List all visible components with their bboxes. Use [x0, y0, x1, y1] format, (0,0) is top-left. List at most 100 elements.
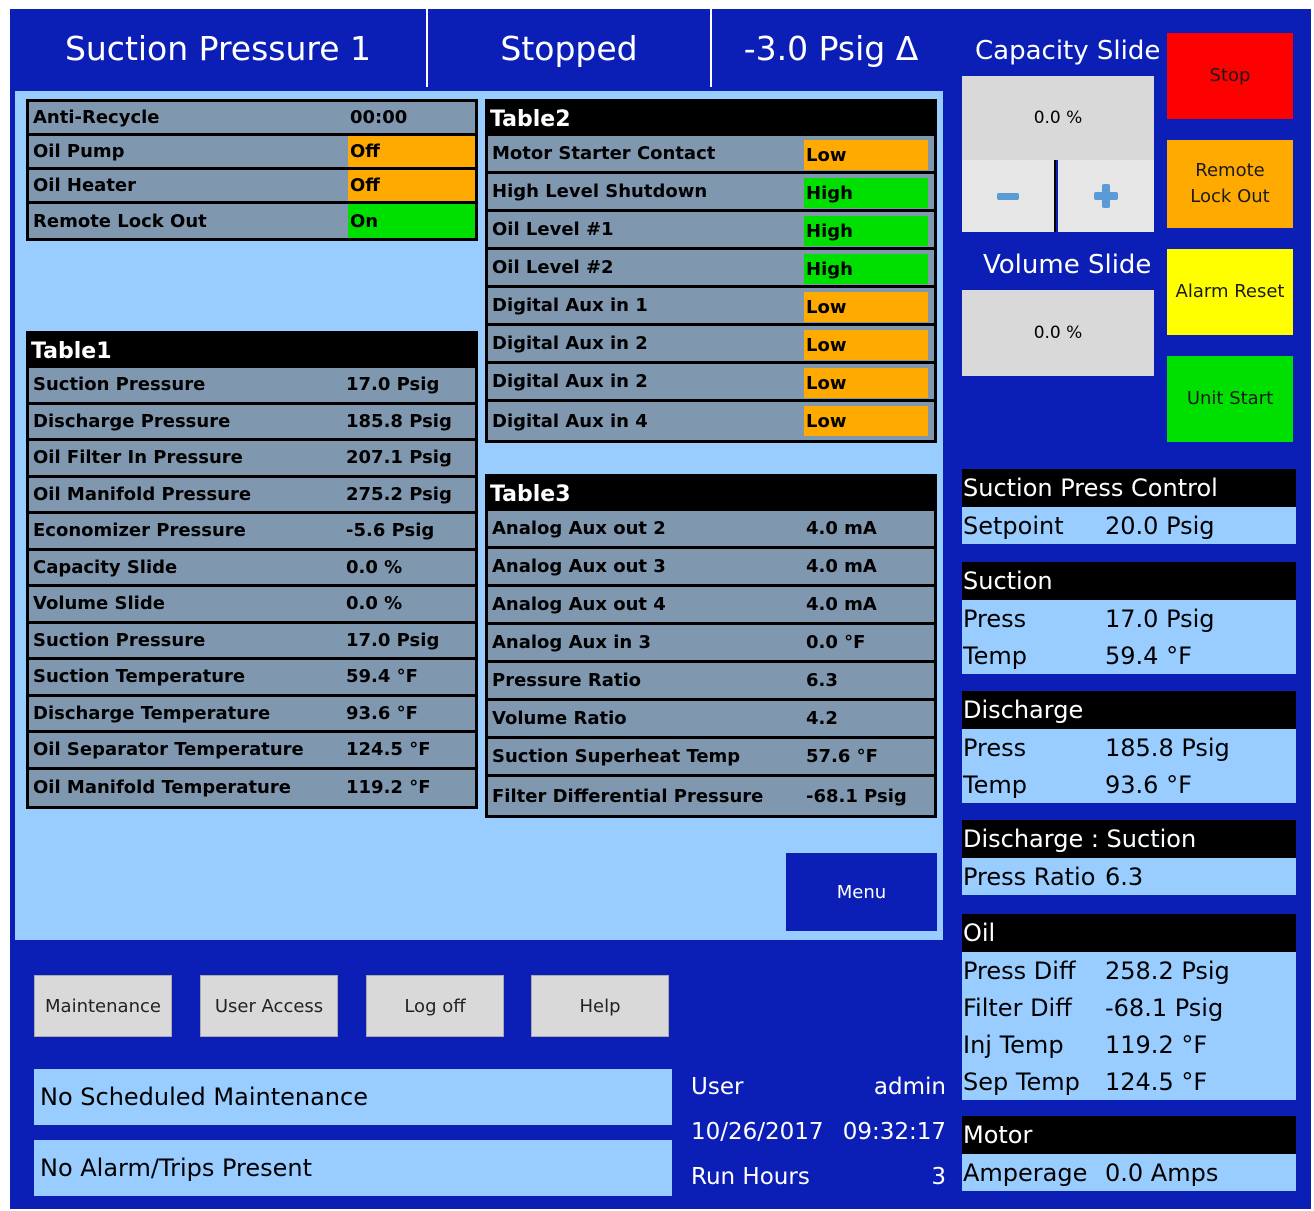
menu-button[interactable]: Menu	[786, 853, 937, 931]
status-table: Anti-Recycle 00:00 Oil Pump Off Oil Heater Of…	[26, 99, 478, 241]
minus-icon	[997, 192, 1019, 200]
table1-row-label: Suction Pressure	[33, 629, 206, 651]
table2-row-label: Digital Aux in 1	[492, 295, 648, 316]
status-row: Remote Lock Out On	[29, 204, 475, 238]
screen-title: Suction Pressure 1	[10, 9, 428, 87]
table3-row-value: -68.1 Psig	[806, 785, 907, 807]
unit-start-button[interactable]: Unit Start	[1167, 356, 1293, 442]
user-value: admin	[873, 1074, 946, 1100]
panel-ratio-row: Press Ratio 6.3	[962, 858, 1296, 895]
table3-row-label: Volume Ratio	[492, 708, 627, 729]
panel-row-label: Setpoint	[963, 511, 1064, 540]
panel-row-value: 59.4 °F	[1105, 641, 1192, 670]
table2-row-value: Low	[804, 292, 928, 322]
panel-oil-row: Sep Temp 124.5 °F	[962, 1063, 1296, 1100]
table1-row: Volume Slide 0.0 %	[29, 587, 475, 624]
table3-row: Suction Superheat Temp 57.6 °F	[488, 739, 934, 777]
run-hours-value: 3	[931, 1164, 946, 1190]
status-label: Anti-Recycle	[33, 107, 160, 128]
table2-title: Table2	[488, 102, 934, 136]
panel-motor-title: Motor	[962, 1116, 1296, 1154]
table3-row-label: Pressure Ratio	[492, 670, 642, 691]
table1-row-label: Discharge Temperature	[33, 702, 271, 724]
table2-row-label: Motor Starter Contact	[492, 143, 716, 164]
table2: Table2 Motor Starter Contact Low High Level…	[485, 99, 937, 443]
table1-row-label: Suction Pressure	[33, 374, 206, 396]
panel-suction-title: Suction	[962, 562, 1296, 600]
panel-ratio-title: Discharge : Suction	[962, 820, 1296, 858]
capacity-slide-value: 0.0 %	[962, 76, 1154, 160]
maintenance-message: No Scheduled Maintenance	[34, 1069, 672, 1125]
table1-row-value: 0.0 %	[346, 593, 403, 615]
table1-row-label: Discharge Pressure	[33, 410, 231, 432]
status-value: Off	[348, 136, 475, 167]
log-off-button[interactable]: Log off	[366, 975, 504, 1037]
table1-row: Oil Manifold Temperature 119.2 °F	[29, 769, 475, 806]
table1-row: Suction Pressure 17.0 Psig	[29, 368, 475, 405]
table1-title: Table1	[29, 334, 475, 368]
table1-row-value: 275.2 Psig	[346, 483, 452, 505]
panel-row-label: Press	[963, 733, 1027, 762]
table1-row: Oil Manifold Pressure 275.2 Psig	[29, 477, 475, 514]
table2-row-value: Low	[804, 406, 928, 436]
maintenance-button[interactable]: Maintenance	[34, 975, 172, 1037]
table1-row-label: Suction Temperature	[33, 666, 246, 688]
status-row: Oil Heater Off	[29, 170, 475, 204]
alarm-reset-button[interactable]: Alarm Reset	[1167, 249, 1293, 335]
table3-row-label: Analog Aux out 2	[492, 518, 666, 539]
table1-row-label: Oil Manifold Temperature	[33, 777, 291, 799]
remote-lockout-button[interactable]: Remote Lock Out	[1167, 140, 1293, 228]
table2-row-value: Low	[804, 140, 928, 170]
table1-row-value: 185.8 Psig	[346, 410, 452, 432]
table1-row: Oil Separator Temperature 124.5 °F	[29, 733, 475, 770]
plus-icon	[1094, 184, 1118, 208]
remote-lockout-label-2: Lock Out	[1190, 186, 1270, 207]
table3-row: Analog Aux out 2 4.0 mA	[488, 511, 934, 549]
stop-button[interactable]: Stop	[1167, 33, 1293, 119]
table3-row-label: Filter Differential Pressure	[492, 785, 764, 807]
capacity-increase-button[interactable]	[1058, 160, 1154, 232]
table3-row-value: 57.6 °F	[806, 746, 878, 767]
panel-spc: Suction Press Control Setpoint 20.0 Psig	[962, 469, 1296, 544]
table3-row-value: 4.0 mA	[806, 594, 877, 615]
panel-row-value: 93.6 °F	[1105, 770, 1192, 799]
panel-row-value: 258.2 Psig	[1105, 956, 1230, 985]
panel-oil: Oil Press Diff 258.2 Psig Filter Diff -68.1 …	[962, 914, 1296, 1100]
table3-row-label: Analog Aux in 3	[492, 632, 651, 653]
help-button[interactable]: Help	[531, 975, 669, 1037]
table3-row-value: 4.0 mA	[806, 556, 877, 577]
table2-row: High Level Shutdown High	[488, 174, 934, 212]
capacity-slide-label: Capacity Slide	[975, 36, 1161, 66]
table3-row-value: 4.0 mA	[806, 518, 877, 539]
panel-ratio: Discharge : Suction Press Ratio 6.3	[962, 820, 1296, 895]
table1-row-label: Volume Slide	[33, 593, 165, 615]
table1-row: Discharge Pressure 185.8 Psig	[29, 404, 475, 441]
table1-row-value: 17.0 Psig	[346, 629, 440, 651]
panel-suction-row: Temp 59.4 °F	[962, 637, 1296, 674]
panel-row-label: Temp	[963, 641, 1027, 670]
panel-discharge-row: Press 185.8 Psig	[962, 729, 1296, 766]
table3-row-label: Suction Superheat Temp	[492, 746, 741, 767]
table1-row-value: 59.4 °F	[346, 666, 418, 688]
panel-suction-row: Press 17.0 Psig	[962, 600, 1296, 637]
table2-row: Oil Level #1 High	[488, 212, 934, 250]
table3-row: Filter Differential Pressure -68.1 Psig	[488, 777, 934, 815]
table1-row-value: 124.5 °F	[346, 739, 431, 761]
table1-row: Suction Temperature 59.4 °F	[29, 660, 475, 697]
table1-row-value: 207.1 Psig	[346, 447, 452, 469]
table1-row-label: Oil Separator Temperature	[33, 739, 304, 761]
panel-row-label: Inj Temp	[963, 1030, 1064, 1059]
table2-row-value: Low	[804, 368, 928, 398]
panel-suction: Suction Press 17.0 Psig Temp 59.4 °F	[962, 562, 1296, 674]
status-value: Off	[348, 170, 475, 201]
user-access-button[interactable]: User Access	[200, 975, 338, 1037]
table2-row: Digital Aux in 4 Low	[488, 402, 934, 440]
table2-row-label: Digital Aux in 2	[492, 371, 648, 392]
status-label: Remote Lock Out	[33, 210, 207, 232]
table2-row-label: Oil Level #2	[492, 257, 614, 278]
table1-row-value: -5.6 Psig	[346, 520, 435, 542]
panel-oil-title: Oil	[962, 914, 1296, 952]
capacity-decrease-button[interactable]	[962, 160, 1056, 232]
table2-row: Digital Aux in 2 Low	[488, 364, 934, 402]
table1-row: Oil Filter In Pressure 207.1 Psig	[29, 441, 475, 478]
